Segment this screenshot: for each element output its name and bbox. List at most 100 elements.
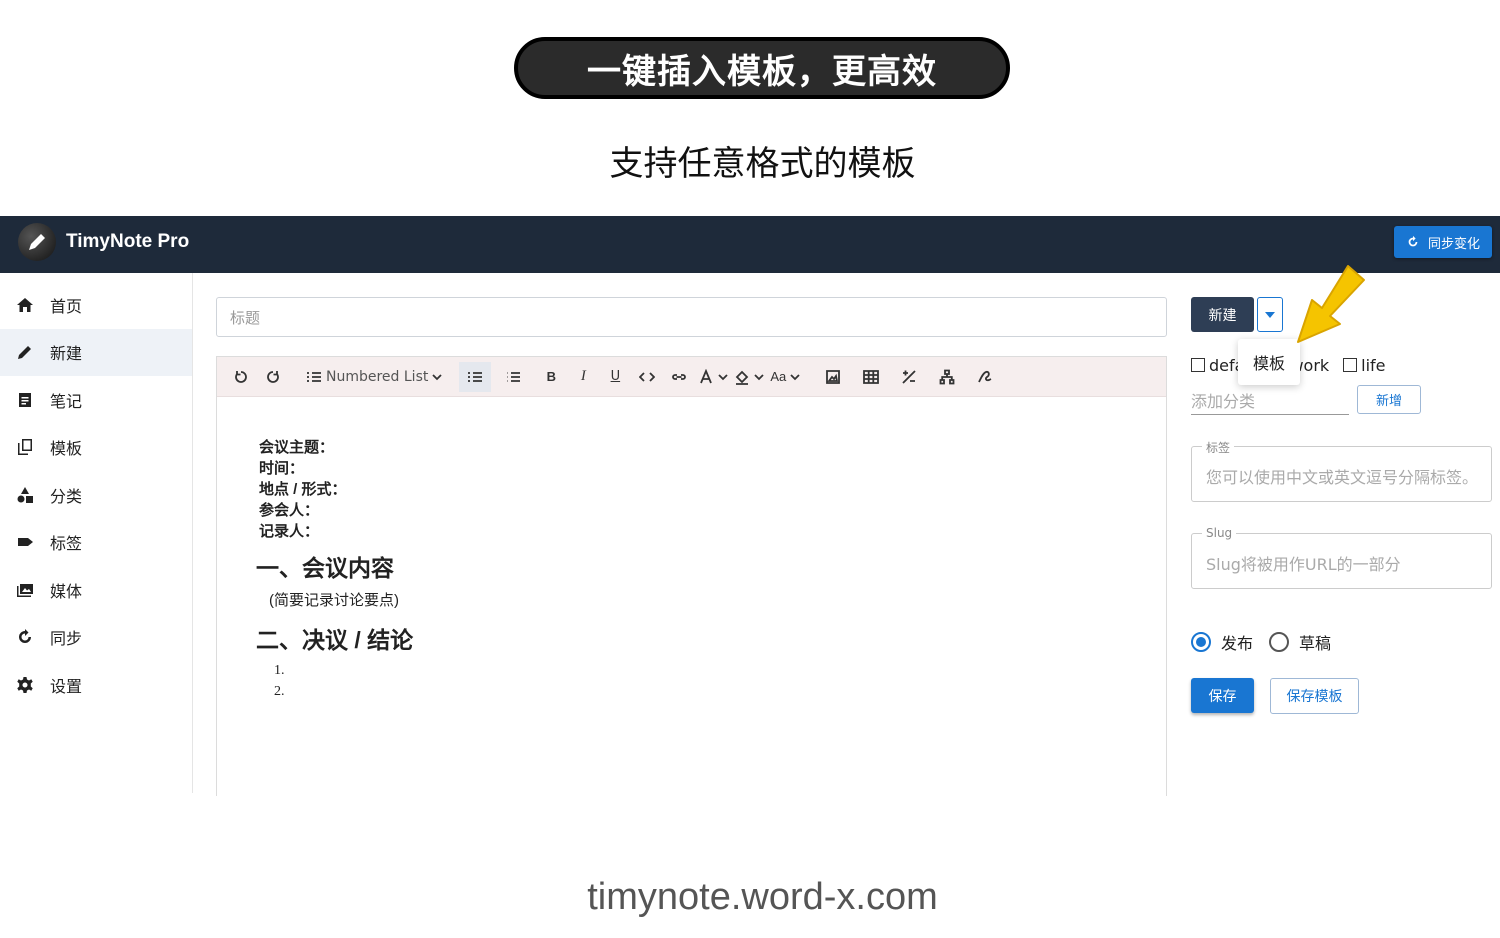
bullet-list-button[interactable]: [497, 362, 529, 392]
code-button[interactable]: [631, 362, 663, 392]
images-icon: [16, 581, 34, 599]
pointer-arrow-icon: [1297, 265, 1365, 343]
new-button[interactable]: 新建: [1191, 297, 1254, 332]
category-checkbox-life[interactable]: life: [1343, 356, 1386, 375]
underline-button[interactable]: U: [599, 362, 631, 392]
promo-header: 一键插入模板，更高效 支持任意格式的模板: [0, 0, 1500, 216]
sidebar-item-sync[interactable]: 同步: [0, 614, 192, 662]
link-icon: [672, 373, 687, 380]
promo-subtitle: 支持任意格式的模板: [609, 144, 916, 184]
highlight-button[interactable]: [731, 362, 767, 392]
chevron-down-icon: [790, 373, 800, 380]
font-size-label: Aa: [770, 369, 787, 384]
diagram-icon: [939, 369, 955, 384]
signature-button[interactable]: [969, 362, 1001, 392]
insert-table-button[interactable]: [855, 362, 887, 392]
sidebar-item-label: 设置: [50, 676, 83, 696]
bold-button[interactable]: B: [535, 362, 567, 392]
insert-image-button[interactable]: [817, 362, 849, 392]
diagram-button[interactable]: [931, 362, 963, 392]
sidebar-item-home[interactable]: 首页: [0, 281, 192, 329]
redo-icon: [267, 370, 279, 383]
checkbox-box[interactable]: [1191, 358, 1205, 372]
title-input[interactable]: 标题: [216, 297, 1167, 337]
sync-icon: [1408, 235, 1418, 247]
font-size-button[interactable]: Aa: [767, 362, 803, 392]
table-icon: [863, 369, 880, 384]
sidebar-item-media[interactable]: 媒体: [0, 566, 192, 614]
save-button[interactable]: 保存: [1191, 678, 1254, 713]
list-item: 1.: [274, 663, 285, 678]
paint-bucket-icon: [736, 370, 749, 385]
undo-button[interactable]: [225, 362, 257, 392]
home-icon: [16, 296, 34, 314]
chevron-down-icon: [754, 373, 764, 380]
slug-placeholder: Slug将被用作URL的一部分: [1206, 555, 1401, 574]
meta-line: 会议主题：: [259, 439, 335, 456]
category-checkbox-default[interactable]: defa: [1191, 356, 1244, 375]
pencil-logo-icon: [29, 234, 45, 250]
editor-content[interactable]: 会议主题： 时间： 地点 / 形式： 参会人： 记录人： 一、会议内容 (简要记…: [256, 437, 414, 702]
sidebar-item-settings[interactable]: 设置: [0, 661, 192, 709]
status-radio-draft[interactable]: 草稿: [1269, 630, 1331, 654]
ordered-list-icon: [468, 371, 483, 382]
tags-field[interactable]: 标签 您可以使用中文或英文逗号分隔标签。: [1191, 439, 1492, 502]
sidebar-item-label: 笔记: [50, 391, 83, 411]
sidebar-item-label: 媒体: [50, 581, 83, 601]
footer-url: timynote.word-x.com: [587, 876, 938, 918]
copy-icon: [16, 438, 34, 456]
content-heading: 一、会议内容: [256, 555, 394, 581]
sidebar-item-tags[interactable]: 标签: [0, 519, 192, 567]
tags-placeholder: 您可以使用中文或英文逗号分隔标签。: [1206, 468, 1479, 487]
add-category-input[interactable]: 添加分类: [1191, 385, 1349, 415]
sidebar-item-notes[interactable]: 笔记: [0, 376, 192, 424]
slug-legend: Slug: [1202, 526, 1237, 540]
slug-field[interactable]: Slug Slug将被用作URL的一部分: [1191, 526, 1492, 589]
radio-dot[interactable]: [1191, 632, 1211, 652]
link-button[interactable]: [663, 362, 695, 392]
checkbox-box[interactable]: [1343, 358, 1358, 372]
radio-dot[interactable]: [1269, 632, 1290, 652]
app-logo: [18, 223, 56, 261]
sync-changes-label: 同步变化: [1427, 236, 1480, 252]
list-item: 2.: [274, 684, 285, 699]
sidebar-item-categories[interactable]: 分类: [0, 471, 192, 519]
status-radio-group: 发布 草稿: [1191, 630, 1347, 654]
text-color-button[interactable]: [695, 362, 731, 392]
numbered-list-icon: [307, 371, 321, 382]
headline-text: 一键插入模板，更高效: [587, 51, 937, 92]
sync-changes-button[interactable]: 同步变化: [1393, 226, 1492, 258]
radio-label: 发布: [1221, 634, 1254, 653]
add-category-button[interactable]: 新增: [1357, 385, 1421, 414]
ordered-list-button[interactable]: [459, 361, 492, 392]
status-radio-publish[interactable]: 发布: [1191, 630, 1253, 654]
sidebar-item-label: 同步: [50, 629, 83, 649]
content-numbered-list: 1. 2.: [274, 660, 413, 702]
code-icon: [639, 371, 656, 382]
redo-button[interactable]: [257, 362, 289, 392]
meta-line: 时间：: [259, 460, 305, 477]
pencil-icon: [16, 343, 34, 361]
chevron-down-icon: [718, 373, 728, 380]
sidebar-item-label: 分类: [50, 486, 83, 506]
meta-line: 地点 / 形式：: [259, 481, 347, 498]
sidebar-item-templates[interactable]: 模板: [0, 424, 192, 472]
save-template-button[interactable]: 保存模板: [1270, 678, 1359, 714]
undo-icon: [235, 370, 247, 383]
formula-button[interactable]: [893, 362, 925, 392]
sidebar: 首页 新建 笔记 模板 分类 标签 媒体 同步 设置: [0, 273, 193, 793]
editor-toolbar: Numbered List B I U Aa: [217, 357, 1166, 397]
tag-icon: [16, 533, 34, 551]
italic-button[interactable]: I: [567, 362, 599, 392]
sidebar-item-new[interactable]: 新建: [0, 328, 192, 376]
new-dropdown-toggle[interactable]: [1257, 297, 1283, 332]
sync-icon: [16, 628, 34, 646]
category-checkbox-work[interactable]: work: [1290, 356, 1329, 375]
headline-pill: 一键插入模板，更高效: [514, 37, 1010, 99]
caret-down-icon: [1265, 311, 1275, 318]
content-heading: 二、决议 / 结论: [256, 627, 414, 653]
block-type-select[interactable]: Numbered List: [303, 362, 445, 392]
note-icon: [16, 391, 34, 409]
block-type-label: Numbered List: [326, 368, 429, 385]
tags-legend: 标签: [1202, 439, 1235, 456]
